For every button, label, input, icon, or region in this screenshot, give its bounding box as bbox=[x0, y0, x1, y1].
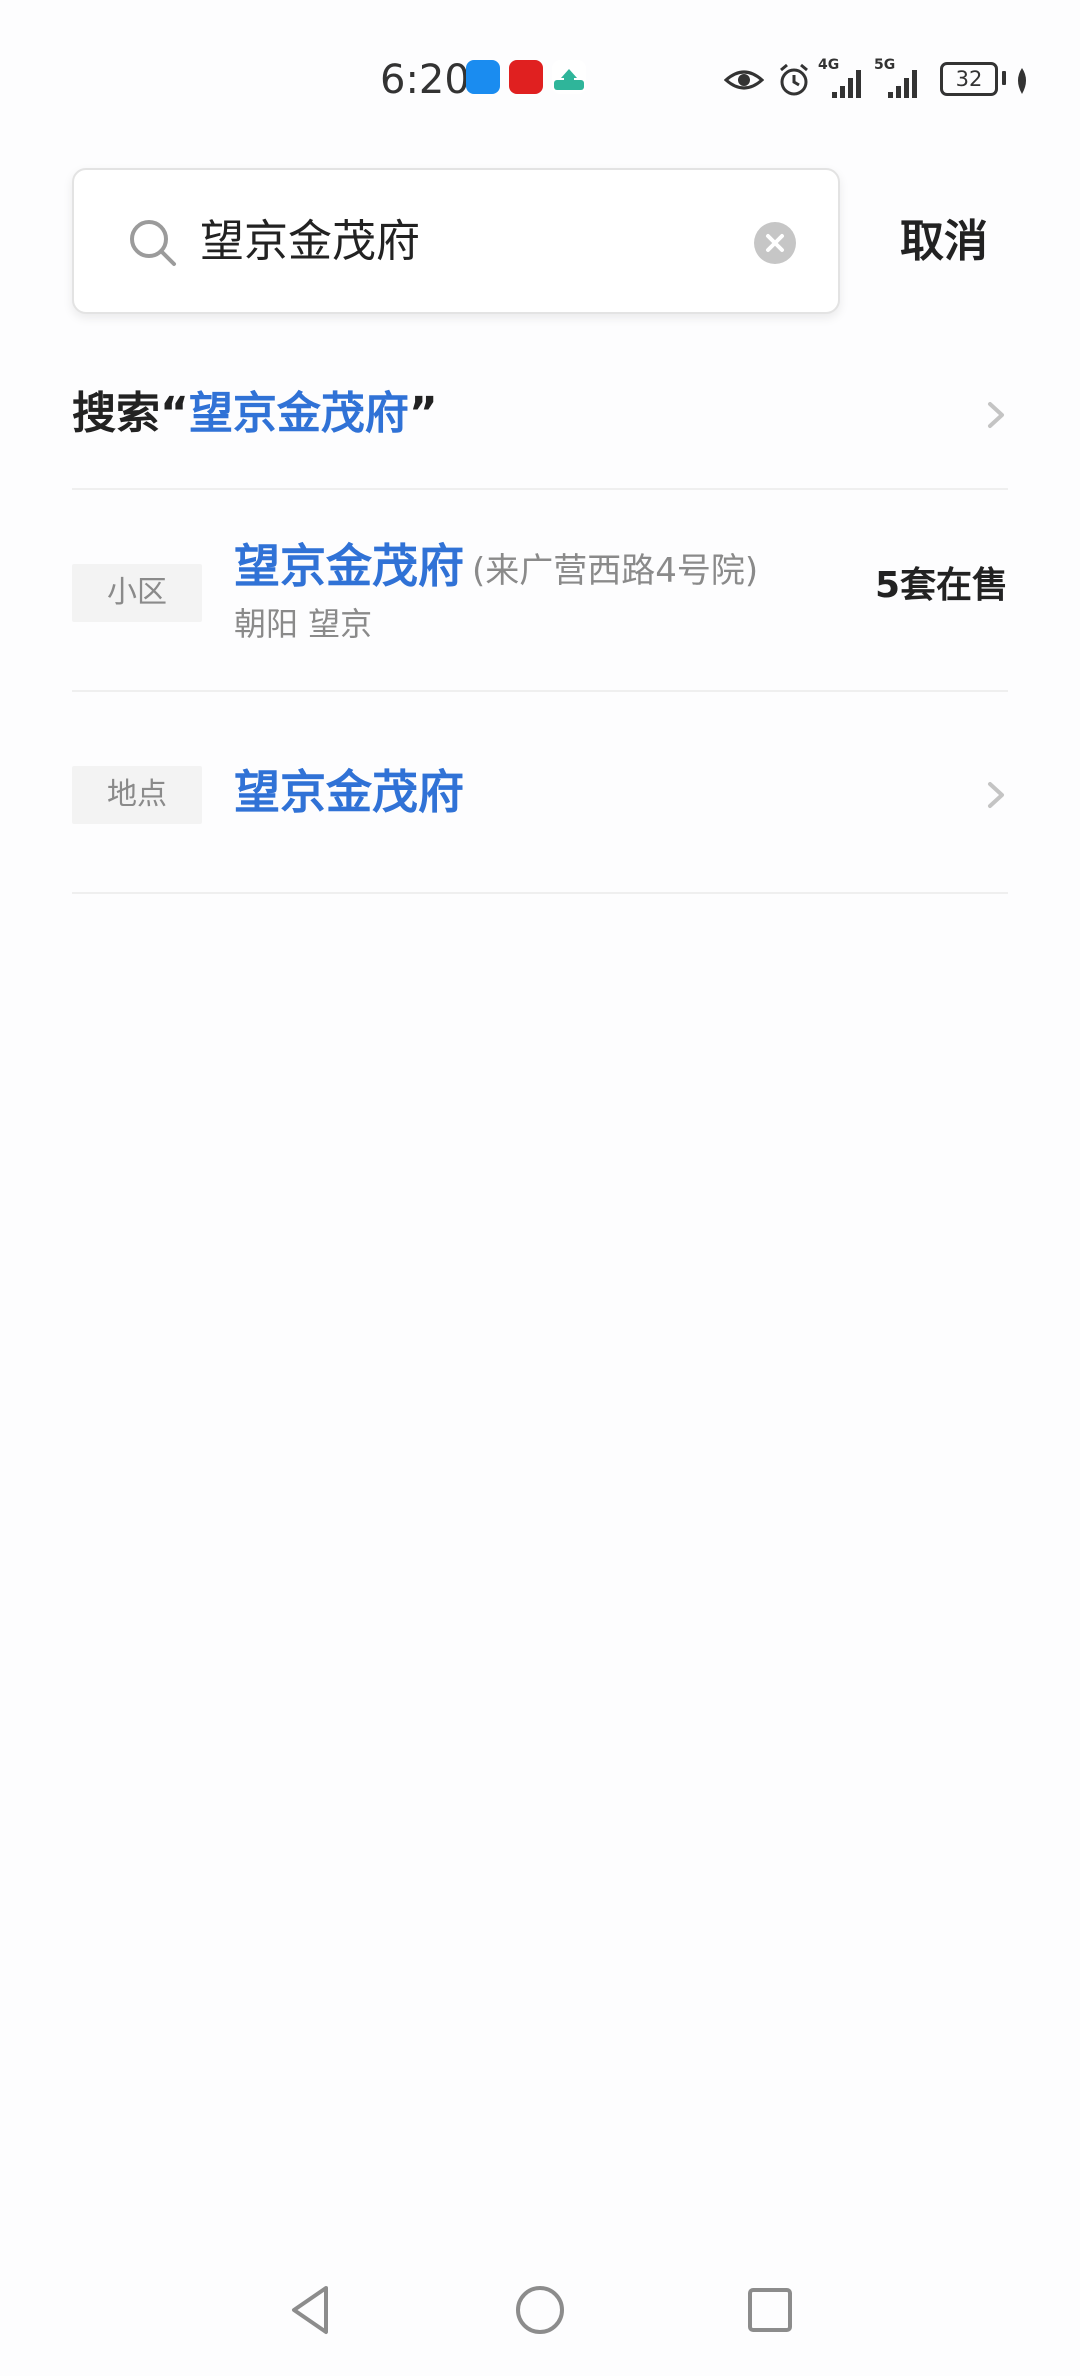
chevron-right-icon bbox=[988, 402, 1004, 428]
result-row-place[interactable]: 地点 望京金茂府 bbox=[72, 694, 1008, 894]
result-tag: 地点 bbox=[72, 766, 202, 824]
result-title: 望京金茂府 bbox=[234, 765, 464, 819]
search-all-prefix: 搜索“ bbox=[72, 388, 189, 439]
search-icon bbox=[130, 220, 176, 266]
search-input[interactable] bbox=[200, 210, 760, 274]
square-recent-icon[interactable] bbox=[740, 2280, 800, 2340]
search-all-keyword: 望京金茂府 bbox=[188, 388, 409, 439]
result-address: (来广营西路4号院) bbox=[472, 551, 759, 591]
search-all-row[interactable]: 搜索“望京金茂府” bbox=[72, 348, 1008, 490]
result-district: 朝阳 望京 bbox=[234, 605, 373, 643]
result-row-community[interactable]: 小区 望京金茂府 (来广营西路4号院) 朝阳 望京 5套在售 bbox=[72, 492, 1008, 692]
search-box[interactable] bbox=[72, 168, 840, 314]
cancel-button[interactable]: 取消 bbox=[900, 214, 988, 270]
signal-icon bbox=[888, 70, 917, 98]
search-all-suffix: ” bbox=[408, 388, 438, 439]
chevron-right-icon bbox=[988, 782, 1004, 808]
search-page: 6:20 4G 5G 32 望京金茂府 取消 搜索“望京金茂府” 小区 望京金茂… bbox=[0, 0, 1080, 2376]
result-tag: 小区 bbox=[72, 564, 202, 622]
triangle-back-icon[interactable] bbox=[280, 2280, 340, 2340]
alarm-icon bbox=[780, 63, 808, 96]
status-time: 6:20 bbox=[380, 57, 470, 103]
circle-home-icon[interactable] bbox=[510, 2280, 570, 2340]
search-all-text: 搜索“望京金茂府” bbox=[72, 384, 438, 444]
result-title-text: 望京金茂府 bbox=[234, 539, 464, 593]
listing-count: 5套在售 bbox=[874, 565, 1008, 606]
leaf-icon bbox=[1018, 68, 1026, 94]
result-title: 望京金茂府 (来广营西路4号院) bbox=[234, 536, 758, 601]
app-notification-icon bbox=[466, 60, 500, 94]
app-notification-icon bbox=[509, 60, 543, 94]
home-app-icon bbox=[552, 60, 586, 94]
signal-icon bbox=[832, 70, 861, 98]
eye-icon bbox=[724, 70, 764, 90]
status-bar: 6:20 4G 5G 32 bbox=[0, 0, 1080, 150]
clear-button[interactable] bbox=[754, 222, 796, 264]
navigation-bar bbox=[0, 2256, 1080, 2376]
clear-icon bbox=[766, 234, 784, 252]
battery-indicator: 32 bbox=[940, 62, 998, 96]
battery-nub bbox=[1002, 71, 1006, 85]
